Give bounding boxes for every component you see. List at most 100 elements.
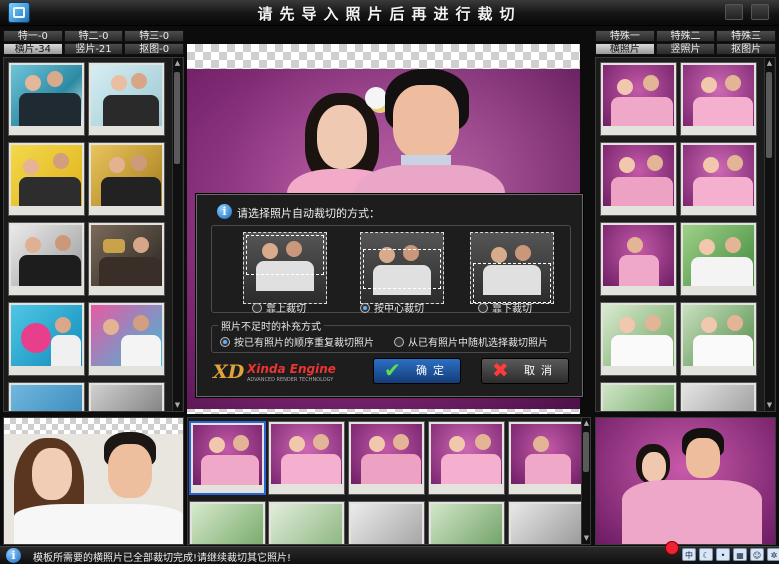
moon-icon[interactable]: ☾ xyxy=(699,548,713,561)
list-item[interactable] xyxy=(508,501,585,544)
punctuation-icon[interactable]: • xyxy=(716,548,730,561)
list-item[interactable] xyxy=(88,382,165,411)
tab-special-2[interactable]: 特二-0 xyxy=(63,30,124,42)
info-icon: i xyxy=(217,204,232,219)
left-tab-strip: 特一-0 特二-0 特三-0 横片-34 竖片-21 抠图-0 xyxy=(3,30,185,56)
list-item[interactable] xyxy=(8,142,85,216)
crop-bottom-option[interactable]: 靠下裁切 xyxy=(478,300,532,315)
fill-mode-group: 照片不足时的补充方式 按已有照片的顺序重复裁切照片 从已有照片中随机选择裁切照片 xyxy=(211,318,571,353)
scroll-down-icon[interactable]: ▼ xyxy=(173,401,182,410)
tab-special-a[interactable]: 特殊一 xyxy=(595,30,655,42)
tab-landscape[interactable]: 横片-34 xyxy=(3,43,63,55)
status-bar: i 模板所需要的横照片已全部裁切完成!请继续裁切其它照片! 中 ☾ • ▦ ☺ … xyxy=(0,541,779,564)
list-item[interactable] xyxy=(88,62,165,136)
right-photo-list: ▲ ▼ xyxy=(595,57,776,412)
list-item[interactable] xyxy=(88,302,165,376)
scroll-down-icon[interactable]: ▼ xyxy=(765,401,774,410)
check-icon: ✔ xyxy=(384,358,401,382)
list-item[interactable] xyxy=(8,62,85,136)
user-icon[interactable]: ☺ xyxy=(750,548,764,561)
list-item[interactable] xyxy=(268,421,345,495)
list-item[interactable] xyxy=(508,421,585,495)
list-item[interactable] xyxy=(189,501,266,544)
scroll-down-icon[interactable]: ▼ xyxy=(582,534,590,543)
close-button[interactable] xyxy=(751,4,769,20)
tab-cutout[interactable]: 抠图-0 xyxy=(124,43,185,55)
result-photo-preview xyxy=(595,417,776,545)
list-item[interactable] xyxy=(428,421,505,495)
tab-special-3[interactable]: 特三-0 xyxy=(124,30,185,42)
tab-portrait[interactable]: 竖片-21 xyxy=(63,43,124,55)
right-tab-row-2: 横照片 竖照片 抠图片 xyxy=(595,43,777,55)
list-item[interactable] xyxy=(680,62,757,136)
cancel-button[interactable]: ✖ 取消 xyxy=(481,358,569,384)
tab-special-b[interactable]: 特殊二 xyxy=(655,30,716,42)
left-scrollbar[interactable]: ▲ ▼ xyxy=(172,58,182,411)
list-item[interactable] xyxy=(428,501,505,544)
list-item[interactable] xyxy=(680,382,757,411)
tab-special-1[interactable]: 特一-0 xyxy=(3,30,63,42)
tab-special-c[interactable]: 特殊三 xyxy=(716,30,777,42)
crop-top-preview[interactable] xyxy=(243,232,327,304)
list-item[interactable] xyxy=(600,62,677,136)
list-item[interactable] xyxy=(600,222,677,296)
scroll-up-icon[interactable]: ▲ xyxy=(173,59,182,68)
right-tab-strip: 特殊一 特殊二 特殊三 横照片 竖照片 抠图片 xyxy=(595,30,777,56)
scroll-thumb[interactable] xyxy=(174,72,180,164)
ok-button[interactable]: ✔ 确定 xyxy=(373,358,461,384)
scroll-up-icon[interactable]: ▲ xyxy=(765,59,774,68)
list-item[interactable] xyxy=(348,421,425,495)
right-scrollbar[interactable]: ▲ ▼ xyxy=(764,58,774,411)
scroll-up-icon[interactable]: ▲ xyxy=(582,419,590,428)
window-title: 请先导入照片后再进行裁切 xyxy=(257,5,522,23)
list-item[interactable] xyxy=(680,302,757,376)
list-item[interactable] xyxy=(600,382,677,411)
scroll-thumb[interactable] xyxy=(766,72,772,158)
keyboard-icon[interactable]: ▦ xyxy=(733,548,747,561)
list-item[interactable] xyxy=(8,302,85,376)
list-item[interactable] xyxy=(8,222,85,296)
brand-tagline: ADVANCED RENDER TECHNOLOGY xyxy=(247,377,334,383)
crop-center-preview[interactable] xyxy=(360,232,444,304)
close-icon: ✖ xyxy=(492,358,509,382)
brand-name: Xinda Engine xyxy=(247,362,336,376)
crop-mode-dialog: i 请选择照片自动裁切的方式： 靠上裁切 按中心裁切 靠下裁切 照片不足时的补充… xyxy=(196,194,583,397)
brand-mark: XD xyxy=(213,361,245,383)
status-info-icon: i xyxy=(6,548,21,563)
tab-landscape-photos[interactable]: 横照片 xyxy=(595,43,655,55)
list-item[interactable] xyxy=(189,421,266,495)
list-item[interactable] xyxy=(8,382,85,411)
list-item[interactable] xyxy=(88,142,165,216)
left-tab-row-1: 特一-0 特二-0 特三-0 xyxy=(3,30,185,42)
crop-mode-group: 靠上裁切 按中心裁切 靠下裁切 xyxy=(211,225,571,315)
radio-icon xyxy=(252,303,262,313)
crop-bottom-preview[interactable] xyxy=(470,232,554,304)
minimize-button[interactable] xyxy=(725,4,743,20)
fill-random-option[interactable]: 从已有照片中随机选择裁切照片 xyxy=(394,334,548,349)
tab-cutout-photos[interactable]: 抠图片 xyxy=(716,43,777,55)
left-photo-list: ▲ ▼ xyxy=(3,57,184,412)
list-item[interactable] xyxy=(268,501,345,544)
strip-scrollbar[interactable]: ▲ ▼ xyxy=(581,418,590,544)
list-item[interactable] xyxy=(348,501,425,544)
status-message: 模板所需要的横照片已全部裁切完成!请继续裁切其它照片! xyxy=(33,553,292,564)
window-controls xyxy=(725,4,769,22)
ime-logo-icon[interactable] xyxy=(665,541,679,555)
list-item[interactable] xyxy=(600,302,677,376)
settings-icon[interactable]: ✲ xyxy=(767,548,779,561)
brand-logo: XD Xinda Engine ADVANCED RENDER TECHNOLO… xyxy=(213,361,353,387)
cropped-photo-strip: ▲ ▼ xyxy=(187,417,591,545)
scroll-thumb[interactable] xyxy=(583,432,589,472)
crop-top-option[interactable]: 靠上裁切 xyxy=(252,300,306,315)
fill-sequential-option[interactable]: 按已有照片的顺序重复裁切照片 xyxy=(220,334,374,349)
right-tab-row-1: 特殊一 特殊二 特殊三 xyxy=(595,30,777,42)
crop-center-option[interactable]: 按中心裁切 xyxy=(360,300,424,315)
tab-portrait-photos[interactable]: 竖照片 xyxy=(655,43,716,55)
list-item[interactable] xyxy=(680,142,757,216)
radio-icon xyxy=(478,303,488,313)
list-item[interactable] xyxy=(88,222,165,296)
list-item[interactable] xyxy=(680,222,757,296)
radio-selected-icon xyxy=(360,303,370,313)
list-item[interactable] xyxy=(600,142,677,216)
ime-mode-button[interactable]: 中 xyxy=(682,548,696,561)
